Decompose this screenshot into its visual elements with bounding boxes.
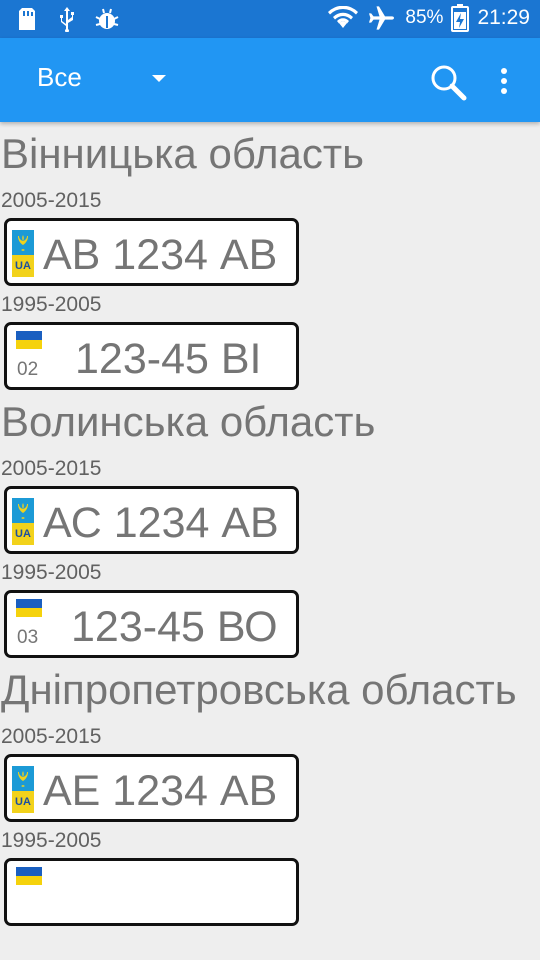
plate-region-code: 03 — [17, 627, 39, 648]
plate-number: АЕ 1234 АВ — [43, 767, 278, 815]
plate-number: 123-45 ВО — [71, 603, 278, 651]
status-notifications — [14, 6, 120, 32]
plate-number: АВ 1234 АВ — [43, 231, 278, 279]
region-title: Дніпропетровська область — [1, 666, 517, 713]
android-debug-icon — [94, 6, 120, 32]
plate-period-label: 2005-2015 — [1, 189, 102, 212]
plate-period-label: 2005-2015 — [1, 725, 102, 748]
app-bar: Все — [0, 38, 540, 122]
ua-flag-badge: UA — [12, 230, 34, 277]
ua-flag-badge: UA — [12, 766, 34, 813]
filter-spinner[interactable]: Все — [37, 62, 166, 93]
region-list[interactable]: Вінницька область 2005-2015 UA АВ 1234 АВ 19… — [0, 122, 540, 926]
search-icon — [431, 65, 467, 101]
status-bar: 85% 21:29 — [0, 0, 540, 38]
plate-period-label: 1995-2005 — [1, 561, 102, 584]
plate-1995-2005[interactable]: 03 123-45 ВО — [4, 590, 299, 658]
plate-number: АС 1234 АВ — [43, 499, 279, 547]
plate-period-label: 1995-2005 — [1, 293, 102, 316]
more-vert-icon — [501, 68, 507, 94]
dropdown-arrow-icon — [152, 75, 166, 82]
plate-number: 123-45 ВІ — [75, 335, 262, 383]
ua-flag-badge: UA — [12, 498, 34, 545]
ukraine-flag-icon — [16, 331, 42, 349]
trident-icon — [12, 766, 34, 791]
plate-region-code: 02 — [17, 359, 39, 380]
filter-selected-label: Все — [37, 62, 82, 92]
plate-2005-2015[interactable]: UA АС 1234 АВ — [4, 486, 299, 554]
plate-2005-2015[interactable]: UA АВ 1234 АВ — [4, 218, 299, 286]
trident-icon — [12, 230, 34, 255]
usb-icon — [54, 6, 80, 32]
battery-percent: 85% — [405, 7, 444, 28]
wifi-icon — [327, 5, 359, 31]
plate-period-label: 1995-2005 — [1, 829, 102, 852]
ukraine-flag-icon — [16, 599, 42, 617]
ukraine-flag-icon — [16, 867, 42, 885]
plate-period-label: 2005-2015 — [1, 457, 102, 480]
region-title: Волинська область — [1, 398, 376, 445]
plate-2005-2015[interactable]: UA АЕ 1234 АВ — [4, 754, 299, 822]
search-button[interactable] — [426, 60, 470, 104]
plate-1995-2005[interactable]: 02 123-45 ВІ — [4, 322, 299, 390]
ua-badge-label: UA — [12, 791, 34, 813]
battery-charging-icon — [451, 4, 470, 32]
region-title: Вінницька область — [1, 130, 364, 177]
trident-icon — [12, 498, 34, 523]
ua-badge-label: UA — [12, 523, 34, 545]
sd-card-icon — [14, 6, 40, 32]
airplane-mode-icon — [367, 5, 397, 31]
status-system: 85% 21:29 — [327, 4, 530, 32]
clock: 21:29 — [477, 6, 530, 29]
ua-badge-label: UA — [12, 255, 34, 277]
overflow-menu-button[interactable] — [490, 60, 518, 104]
plate-1995-2005[interactable] — [4, 858, 299, 926]
